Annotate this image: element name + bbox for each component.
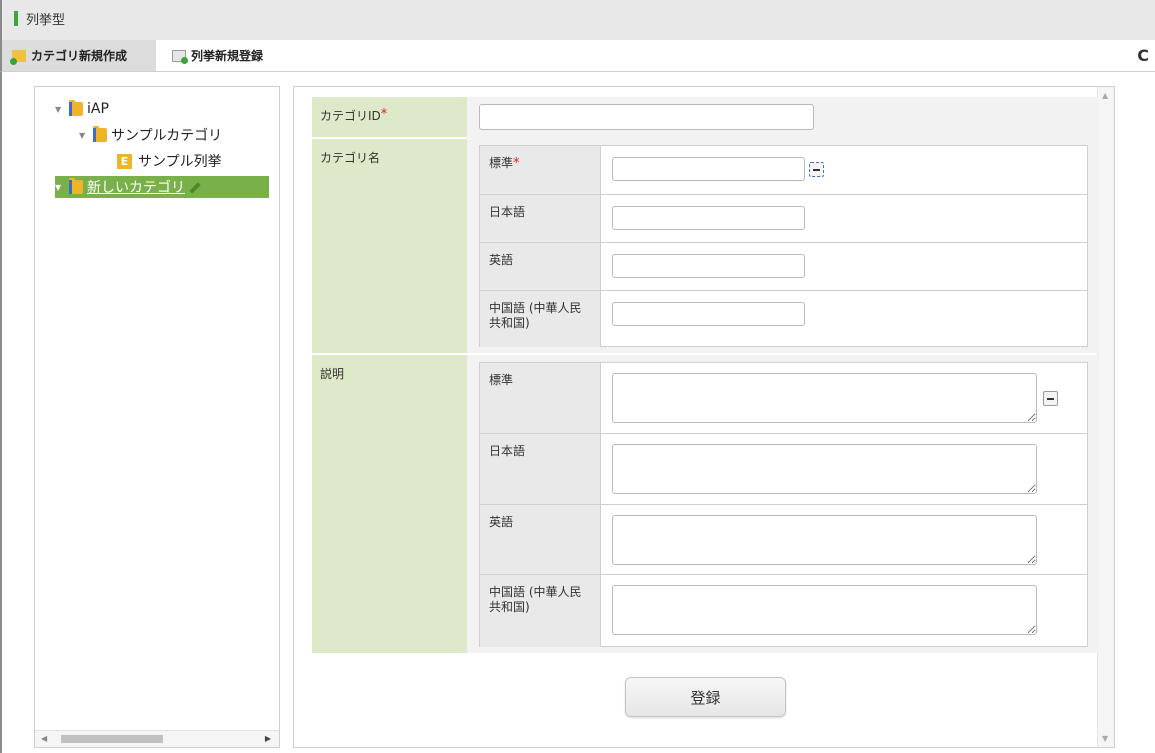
enum-icon: E [117,153,132,169]
lang-english-label: 英語 [480,505,601,574]
tree-node-selected-label: 新しいカテゴリ [87,180,185,196]
description-english-textarea[interactable] [612,515,1037,565]
tree-node-root-label: iAP [87,101,109,117]
expand-triangle-icon[interactable]: ▼ [79,131,93,140]
lang-standard-label: 標準* [480,146,601,194]
scroll-right-icon[interactable]: ▶ [265,734,271,743]
tree-node-category[interactable]: ▼ サンプルカテゴリ [79,125,222,145]
tree-node-enum-label: サンプル列挙 [138,154,222,170]
new-enum-icon [172,49,188,64]
scroll-up-icon[interactable]: ▲ [1102,91,1108,100]
expand-triangle-icon[interactable]: ▼ [55,183,69,192]
category-name-japanese-input[interactable] [612,206,805,230]
new-category-icon [10,49,26,65]
tree-node-selected[interactable]: ▼ 新しいカテゴリ [55,176,269,198]
folder-icon [93,126,107,142]
expand-triangle-icon[interactable]: ▼ [55,105,69,114]
tree-node-enum[interactable]: E サンプル列挙 [117,151,222,171]
category-id-label: カテゴリID* [312,97,467,137]
new-enum-label: 列挙新規登録 [191,49,264,63]
collapse-description-languages-icon[interactable] [1043,391,1058,406]
title-marker-icon [14,11,18,26]
folder-icon [69,100,83,116]
new-category-button[interactable]: カテゴリ新規作成 [2,40,156,71]
description-standard-textarea[interactable] [612,373,1037,423]
category-name-standard-input[interactable] [612,157,805,181]
window-titlebar: 列挙型 [0,0,1155,40]
category-tree: ▼ iAP ▼ サンプルカテゴリ E サンプル列挙 ▼ 新しいカテゴリ ◀ ▶ [34,86,280,748]
refresh-icon[interactable]: C [1137,46,1149,65]
edit-pencil-icon[interactable] [189,182,201,194]
lang-standard-text: 標準 [489,156,514,170]
required-mark: * [513,156,520,171]
tree-node-root[interactable]: ▼ iAP [55,99,109,119]
collapse-languages-icon[interactable] [809,162,824,177]
category-name-label: カテゴリ名 [312,139,467,353]
category-id-label-text: カテゴリID [320,109,381,123]
lang-english-label: 英語 [480,243,601,290]
new-category-label: カテゴリ新規作成 [31,49,128,63]
toolbar: カテゴリ新規作成 列挙新規登録 C [0,40,1155,72]
lang-japanese-label: 日本語 [480,434,601,504]
lang-chinese-label: 中国語 (中華人民共和国) [480,291,601,347]
description-japanese-textarea[interactable] [612,444,1037,494]
scroll-left-icon[interactable]: ◀ [41,734,47,743]
register-button[interactable]: 登録 [625,677,786,717]
required-mark: * [380,107,388,122]
category-name-chinese-input[interactable] [612,302,805,326]
lang-japanese-label: 日本語 [480,195,601,242]
category-id-input[interactable] [479,104,814,130]
form-vertical-scrollbar[interactable]: ▲ ▼ [1097,87,1114,747]
category-name-english-input[interactable] [612,254,805,278]
tree-horizontal-scrollbar[interactable]: ◀ ▶ [35,730,279,747]
folder-icon [69,178,83,194]
tree-node-category-label: サンプルカテゴリ [111,128,223,144]
lang-standard-label: 標準 [480,363,601,433]
description-chinese-textarea[interactable] [612,585,1037,635]
description-label: 説明 [312,355,467,653]
lang-chinese-label: 中国語 (中華人民共和国) [480,575,601,647]
scroll-thumb[interactable] [61,735,163,743]
scroll-down-icon[interactable]: ▼ [1102,734,1108,743]
window-title: 列挙型 [26,13,66,28]
new-enum-button[interactable]: 列挙新規登録 [172,40,263,71]
